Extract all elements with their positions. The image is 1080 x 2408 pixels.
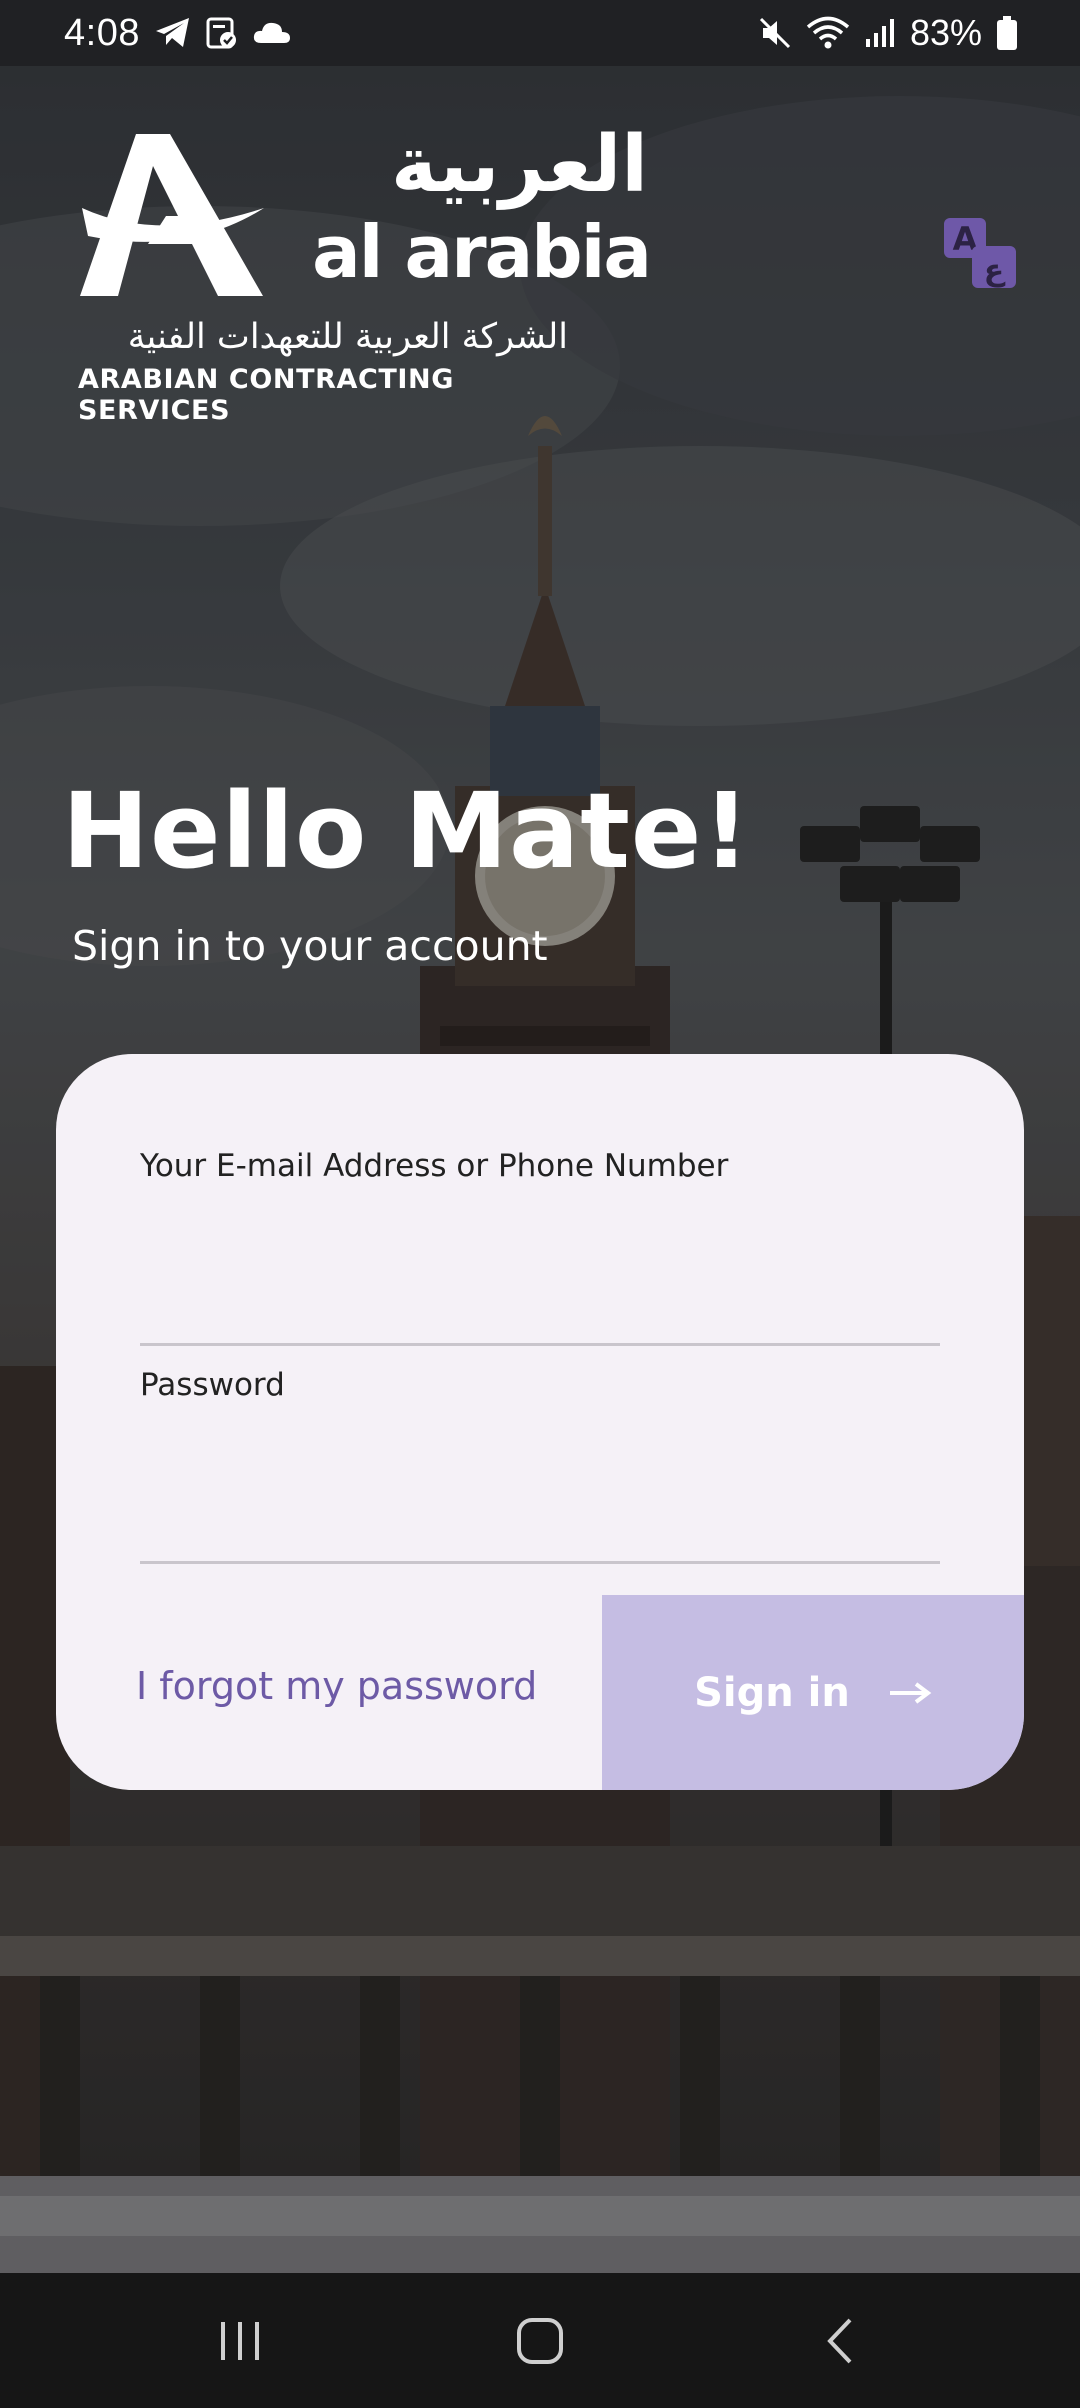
logo-english-subtitle: ARABIAN CONTRACTING SERVICES	[78, 364, 455, 426]
back-button[interactable]	[780, 2291, 900, 2391]
company-logo: العربية al arabia الشركة العربية للتعهدا…	[78, 120, 652, 426]
status-right: 83%	[758, 12, 1018, 54]
recent-apps-button[interactable]	[180, 2291, 300, 2391]
forgot-password-link[interactable]: I forgot my password	[136, 1664, 537, 1708]
wifi-icon	[806, 16, 850, 50]
al-arabia-a-mark-icon	[80, 134, 264, 296]
mute-icon	[758, 16, 792, 50]
email-field[interactable]	[140, 1276, 940, 1346]
sign-in-button[interactable]: Sign in	[602, 1595, 1024, 1790]
signal-icon	[864, 17, 896, 49]
sign-in-label: Sign in	[694, 1669, 850, 1716]
recent-apps-icon	[221, 2321, 259, 2360]
password-label: Password	[140, 1367, 285, 1403]
system-nav-bar	[0, 2273, 1080, 2408]
status-bar: 4:08 83%	[0, 0, 1080, 66]
signin-subtitle: Sign in to your account	[72, 922, 548, 970]
status-left: 4:08	[64, 12, 292, 55]
cloud-icon	[252, 19, 292, 47]
password-field[interactable]	[140, 1494, 940, 1564]
tasks-icon	[206, 16, 238, 50]
telegram-icon	[154, 16, 192, 50]
arrow-right-icon	[888, 1681, 932, 1705]
battery-icon	[996, 15, 1018, 51]
status-time: 4:08	[64, 11, 140, 54]
battery-percent: 83%	[909, 12, 982, 53]
home-icon	[517, 2317, 563, 2364]
language-switch-button[interactable]: A ع	[942, 216, 1020, 292]
back-icon	[827, 2318, 852, 2363]
home-button[interactable]	[480, 2291, 600, 2391]
greeting-heading: Hello Mate!	[62, 770, 751, 892]
logo-arabic-title: العربية	[390, 120, 648, 210]
translate-icon: A ع	[944, 218, 1016, 288]
email-label: Your E-mail Address or Phone Number	[140, 1148, 729, 1184]
logo-arabic-subtitle: الشركة العربية للتعهدات الفنية	[127, 317, 568, 357]
logo-latin-name: al arabia	[312, 210, 652, 294]
svg-text:ع: ع	[984, 253, 1006, 288]
login-card: Your E-mail Address or Phone Number Pass…	[56, 1054, 1024, 1790]
